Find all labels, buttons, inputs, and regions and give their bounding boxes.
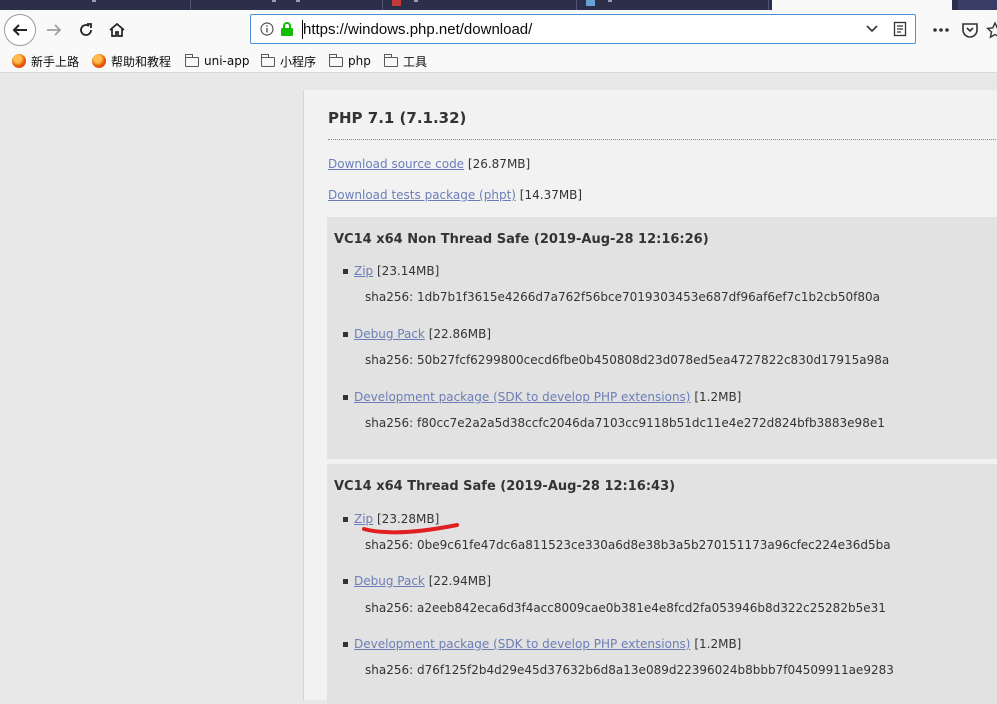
folder-icon <box>384 54 398 67</box>
bullet <box>343 269 348 274</box>
bullet <box>343 642 348 647</box>
firefox-icon <box>12 54 26 68</box>
file-size: [22.94MB] <box>428 574 492 588</box>
sha256-hash: sha256: 1db7b1f3615e4266d7a762f56bce7019… <box>365 290 881 304</box>
sha256-hash: sha256: 0be9c61fe47dc6a811523ce330a6d8e3… <box>365 538 891 552</box>
reload-icon <box>80 23 92 36</box>
bookmark-folder[interactable]: 小程序 <box>261 52 316 70</box>
address-bar[interactable]: https://windows.php.net/download/ <box>250 14 916 44</box>
bullet <box>343 395 348 400</box>
info-icon[interactable] <box>260 22 274 36</box>
more-actions-icon[interactable] <box>932 24 950 36</box>
tab-favicon-icon <box>586 0 595 6</box>
browser-tab[interactable] <box>384 0 577 10</box>
bookmark-label: 新手上路 <box>31 54 80 69</box>
tab-strip <box>0 0 997 10</box>
download-tests-link[interactable]: Download tests package (phpt) <box>328 188 516 202</box>
tab-label-fragment <box>296 0 300 2</box>
folder-icon <box>329 54 343 67</box>
pocket-icon[interactable] <box>961 21 979 39</box>
source-download-row: Download source code [26.87MB] <box>328 157 530 171</box>
sha256-hash: sha256: f80cc7e2a2a5d38ccfc2046da7103cc9… <box>365 416 885 430</box>
section-title: PHP 7.1 (7.1.32) <box>328 109 467 127</box>
sha256-hash: sha256: 50b27fcf6299800cecd6fbe0b450808d… <box>365 353 890 367</box>
debug-pack-link[interactable]: Debug Pack <box>354 574 425 588</box>
build-title: VC14 x64 Thread Safe (2019-Aug-28 12:16:… <box>334 479 676 494</box>
bookmark-label: 小程序 <box>280 54 317 69</box>
star-icon[interactable] <box>986 21 997 39</box>
build-box-ts: VC14 x64 Thread Safe (2019-Aug-28 12:16:… <box>327 464 997 704</box>
lock-icon[interactable] <box>280 21 294 37</box>
bookmark-item[interactable]: 新手上路 <box>12 52 79 70</box>
bookmark-folder[interactable]: 工具 <box>384 52 427 70</box>
download-item: Debug Pack [22.86MB] <box>343 327 492 341</box>
tests-download-row: Download tests package (phpt) [14.37MB] <box>328 188 582 202</box>
page-viewport: PHP 7.1 (7.1.32) Download source code [2… <box>0 73 997 704</box>
firefox-icon <box>92 54 106 68</box>
download-item: Zip [23.14MB] <box>343 264 440 278</box>
browser-tab[interactable] <box>578 0 769 10</box>
download-item: Debug Pack [22.94MB] <box>343 574 492 588</box>
sdk-link[interactable]: Development package (SDK to develop PHP … <box>354 637 691 651</box>
file-size: [14.37MB] <box>519 188 583 202</box>
home-button[interactable] <box>102 15 132 45</box>
chevron-down-icon[interactable] <box>865 24 879 34</box>
file-size: [26.87MB] <box>467 157 531 171</box>
folder-icon <box>185 54 199 67</box>
zip-link[interactable]: Zip <box>354 264 373 278</box>
build-title: VC14 x64 Non Thread Safe (2019-Aug-28 12… <box>334 232 709 247</box>
file-size: [1.2MB] <box>694 637 742 651</box>
file-size: [1.2MB] <box>694 390 742 404</box>
download-source-link[interactable]: Download source code <box>328 157 464 171</box>
tab-favicon-icon <box>392 0 401 6</box>
bookmark-item[interactable]: 帮助和教程 <box>92 52 171 70</box>
bookmark-folder[interactable]: uni-app <box>185 52 249 70</box>
url-text: https://windows.php.net/download/ <box>303 21 533 38</box>
download-section: PHP 7.1 (7.1.32) Download source code [2… <box>303 90 997 704</box>
back-arrow-icon <box>12 24 27 36</box>
browser-tab-active[interactable] <box>772 0 952 10</box>
sha256-hash: sha256: a2eeb842eca6d3f4acc8009cae0b381e… <box>365 601 886 615</box>
file-size: [22.86MB] <box>428 327 492 341</box>
bullet <box>343 517 348 522</box>
red-underline-annotation <box>362 523 459 535</box>
debug-pack-link[interactable]: Debug Pack <box>354 327 425 341</box>
browser-tab[interactable] <box>0 0 191 10</box>
folder-icon <box>261 54 275 67</box>
forward-arrow-icon <box>47 24 62 36</box>
bookmark-label: php <box>348 54 371 68</box>
navigation-toolbar: https://windows.php.net/download/ <box>0 10 997 50</box>
bookmark-folder[interactable]: php <box>329 52 371 70</box>
bookmarks-toolbar: 新手上路 帮助和教程 uni-app 小程序 php 工具 <box>0 50 997 73</box>
tab-label-fragment <box>608 0 612 2</box>
bullet <box>343 332 348 337</box>
forward-button[interactable] <box>39 15 69 45</box>
bullet <box>343 579 348 584</box>
bookmark-label: 工具 <box>403 54 428 69</box>
sdk-link[interactable]: Development package (SDK to develop PHP … <box>354 390 691 404</box>
file-size: [23.14MB] <box>377 264 440 278</box>
build-box-nts: VC14 x64 Non Thread Safe (2019-Aug-28 12… <box>327 217 997 459</box>
bookmark-label: 帮助和教程 <box>111 54 172 69</box>
download-item: Development package (SDK to develop PHP … <box>343 637 742 651</box>
browser-tab[interactable] <box>192 0 383 10</box>
home-icon <box>109 22 125 37</box>
reload-button[interactable] <box>71 15 101 45</box>
tab-label-fragment <box>414 0 418 2</box>
tab-label-fragment <box>272 0 276 2</box>
sha256-hash: sha256: d76f125f2b4d29e45d37632b6d8a13e0… <box>365 663 894 677</box>
bookmark-label: uni-app <box>204 54 250 68</box>
new-tab-button[interactable] <box>958 0 997 10</box>
back-button[interactable] <box>4 14 36 46</box>
download-item: Development package (SDK to develop PHP … <box>343 390 742 404</box>
section-divider <box>328 139 997 140</box>
reader-view-icon[interactable] <box>893 21 907 37</box>
tab-label-fragment <box>92 0 96 2</box>
